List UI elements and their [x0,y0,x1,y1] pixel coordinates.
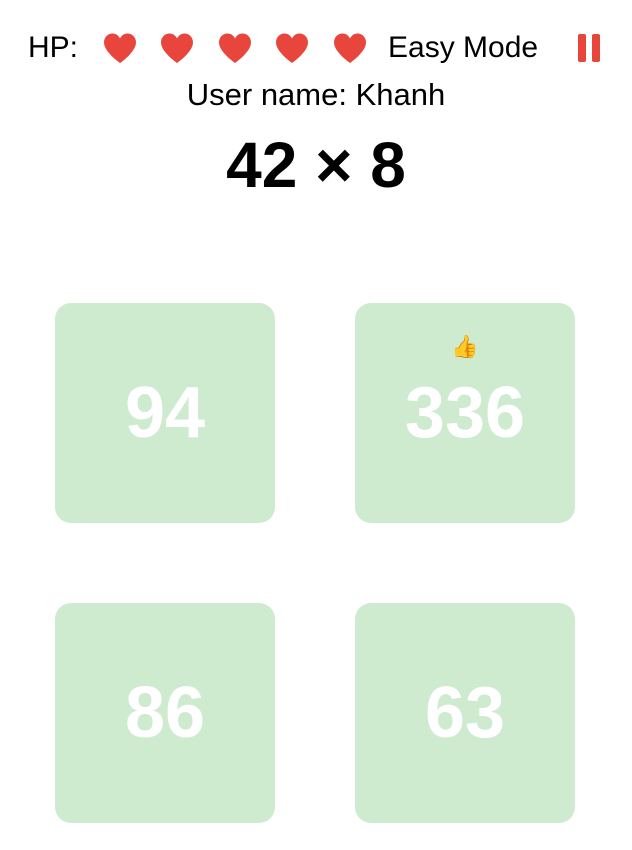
answer-button[interactable]: 👍 336 [355,303,575,523]
answer-value: 94 [124,373,206,453]
answer-value: 336 [404,373,526,453]
answer-value: 86 [124,673,206,753]
user-name-label: User name: Khanh [186,77,446,112]
answer-button[interactable]: 63 [355,603,575,823]
pause-icon [592,34,600,62]
pause-button[interactable] [578,34,602,62]
hp-label: HP: [28,31,79,64]
game-screen: HP: Easy Mode User name: Khanh 42 × 8 94… [0,0,632,850]
heart-icon [159,32,195,64]
pause-icon [578,34,586,62]
mode-label: Easy Mode [388,31,539,64]
answer-button[interactable]: 94 [55,303,275,523]
question-text: 42 × 8 [226,129,406,201]
answer-value: 63 [424,673,506,753]
heart-icon [217,32,253,64]
heart-icon [332,32,368,64]
status-bar: HP: Easy Mode [0,26,632,70]
heart-icon [102,32,138,64]
answer-button[interactable]: 86 [55,603,275,823]
heart-icon [274,32,310,64]
